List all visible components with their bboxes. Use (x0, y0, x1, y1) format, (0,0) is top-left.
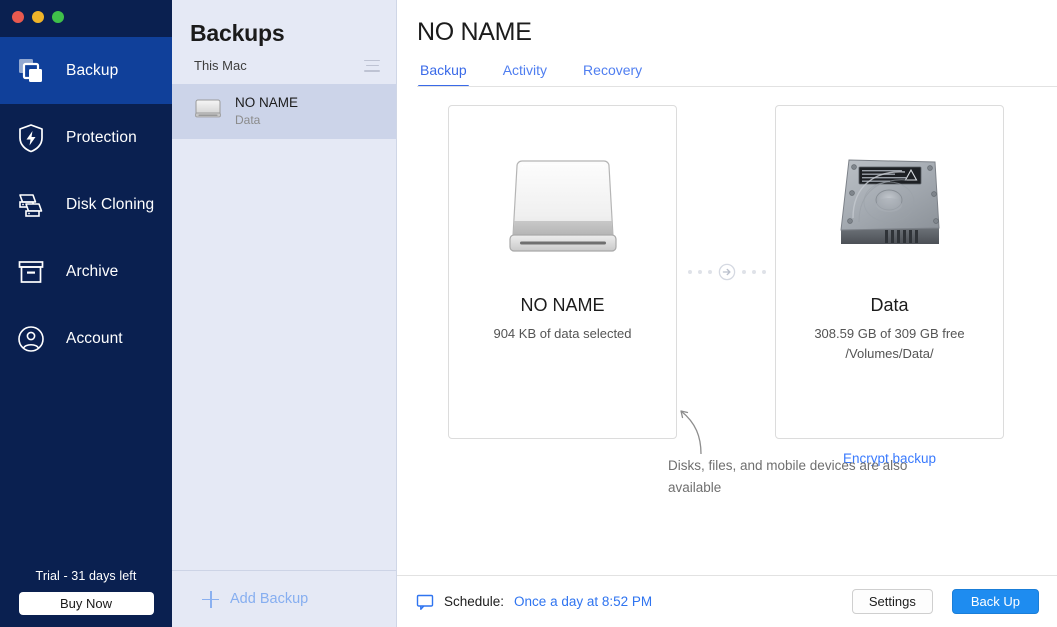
speech-bubble-icon (416, 593, 434, 611)
hamburger-icon[interactable] (364, 60, 380, 72)
app-window: Backup Protection (0, 0, 1057, 627)
sidebar-item-account[interactable]: Account (0, 305, 172, 372)
minimize-button[interactable] (32, 11, 44, 23)
copies-icon (14, 54, 48, 88)
sidebar-nav: Backup Protection (0, 37, 172, 372)
source-card[interactable]: NO NAME 904 KB of data selected (448, 105, 677, 439)
sidebar-item-label: Protection (66, 129, 137, 147)
add-backup-button[interactable]: Add Backup (172, 570, 396, 627)
destination-card[interactable]: Data 308.59 GB of 309 GB free /Volumes/D… (775, 105, 1004, 439)
destination-card-name: Data (870, 295, 908, 316)
connector-dot (742, 270, 746, 274)
left-sidebar: Backup Protection (0, 0, 172, 627)
main-footer: Schedule: Once a day at 8:52 PM Settings… (397, 575, 1057, 627)
backups-group-header: This Mac (172, 47, 396, 73)
shield-bolt-icon (14, 121, 48, 155)
archive-box-icon (14, 255, 48, 289)
tab-activity[interactable]: Activity (503, 62, 547, 87)
sidebar-item-protection[interactable]: Protection (0, 104, 172, 171)
connector-dot (698, 270, 702, 274)
list-item-subtitle: Data (235, 113, 298, 128)
backup-canvas: NO NAME 904 KB of data selected (397, 87, 1057, 575)
sidebar-item-label: Archive (66, 263, 118, 281)
schedule-value-link[interactable]: Once a day at 8:52 PM (514, 594, 652, 609)
page-title: NO NAME (417, 18, 1057, 47)
external-hard-drive-icon (504, 138, 622, 283)
panel-title: Backups (172, 0, 396, 47)
transfer-connector (684, 263, 769, 281)
list-item-title: NO NAME (235, 95, 298, 112)
tab-recovery[interactable]: Recovery (583, 62, 642, 87)
sidebar-item-archive[interactable]: Archive (0, 238, 172, 305)
connector-dot (752, 270, 756, 274)
sidebar-item-label: Backup (66, 62, 118, 80)
trial-status: Trial - 31 days left (0, 569, 172, 583)
connector-dot (708, 270, 712, 274)
main-header: NO NAME (397, 0, 1057, 47)
sidebar-item-label: Disk Cloning (66, 196, 154, 214)
sidebar-item-disk-cloning[interactable]: Disk Cloning (0, 171, 172, 238)
group-label: This Mac (194, 58, 247, 73)
destination-path: /Volumes/Data/ (814, 344, 964, 364)
source-card-name: NO NAME (520, 295, 604, 316)
list-item[interactable]: NO NAME Data (172, 84, 396, 139)
buy-now-button[interactable]: Buy Now (19, 592, 154, 615)
disk-clone-icon (14, 188, 48, 222)
close-button[interactable] (12, 11, 24, 23)
window-controls (0, 0, 172, 33)
tab-backup[interactable]: Backup (420, 62, 467, 87)
sidebar-item-backup[interactable]: Backup (0, 37, 172, 104)
arrow-right-circle-icon (718, 263, 736, 281)
back-up-button[interactable]: Back Up (952, 589, 1039, 614)
backups-panel: Backups This Mac (172, 0, 397, 627)
add-backup-label: Add Backup (230, 591, 308, 607)
settings-button[interactable]: Settings (852, 589, 933, 614)
schedule-label: Schedule: (444, 594, 504, 609)
zoom-button[interactable] (52, 11, 64, 23)
plus-icon (202, 591, 219, 608)
destination-card-detail: 308.59 GB of 309 GB free /Volumes/Data/ (814, 324, 964, 364)
destination-free-space: 308.59 GB of 309 GB free (814, 324, 964, 344)
internal-hard-drive-icon (827, 138, 953, 283)
tabs-container: Backup Activity Recovery (397, 47, 1057, 87)
sidebar-item-label: Account (66, 330, 123, 348)
main-content: NO NAME Backup Activity Recovery (397, 0, 1057, 627)
availability-hint: Disks, files, and mobile devices are als… (668, 455, 913, 498)
list-item-text: NO NAME Data (235, 95, 298, 128)
connector-dot (688, 270, 692, 274)
tab-bar: Backup Activity Recovery (417, 62, 1057, 87)
sidebar-footer: Trial - 31 days left Buy Now (0, 569, 172, 627)
external-drive-icon (193, 96, 223, 127)
user-circle-icon (14, 322, 48, 356)
backup-list: NO NAME Data (172, 84, 396, 139)
connector-dot (762, 270, 766, 274)
source-card-detail: 904 KB of data selected (493, 324, 631, 344)
